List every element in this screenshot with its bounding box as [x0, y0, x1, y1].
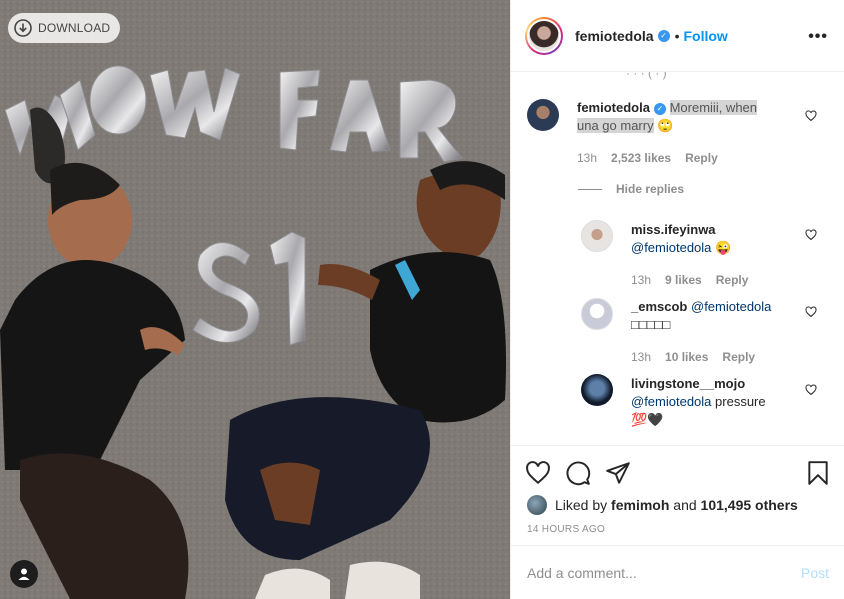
post-timestamp[interactable]: 14 HOURS AGO	[527, 524, 605, 535]
reply-body: _emscob @femiotedola □□□□□	[631, 298, 811, 334]
commenter-avatar[interactable]	[581, 220, 613, 252]
header-separator: •	[674, 27, 680, 44]
hide-replies-label: Hide replies	[616, 182, 685, 196]
reply-username[interactable]: livingstone__mojo	[631, 376, 745, 391]
liked-by-summary: Liked by femimoh and 101,495 others	[527, 495, 798, 515]
reply-meta: 13h 9 likes Reply	[631, 273, 748, 287]
like-comment-heart-icon[interactable]	[805, 110, 817, 122]
comment-input[interactable]: Add a comment...	[527, 565, 801, 581]
like-reply-heart-icon[interactable]	[805, 306, 817, 318]
more-options-icon[interactable]: •••	[808, 28, 828, 46]
comment-text-line2: una go marry	[577, 118, 654, 133]
liked-count-link[interactable]: 101,495 others	[701, 497, 798, 513]
post-header: femiotedola ✓ • Follow •••	[511, 0, 844, 72]
download-button[interactable]: DOWNLOAD	[8, 13, 121, 43]
comment-body: femiotedola ✓ Moremiii, when una go marry…	[577, 99, 797, 135]
reply-text-emoji: 💯🖤	[631, 412, 664, 427]
comment-bubble-icon[interactable]	[565, 460, 591, 486]
reply-mention[interactable]: @femiotedola	[631, 394, 711, 409]
reply-time[interactable]: 13h	[631, 273, 651, 287]
download-label: DOWNLOAD	[38, 21, 111, 35]
like-heart-icon[interactable]	[525, 460, 551, 486]
truncated-comment-text: · · · ( · )	[626, 72, 667, 80]
commenter-avatar[interactable]	[581, 374, 613, 406]
comments-list[interactable]: · · · ( · ) femiotedola ✓ Moremiii, when …	[511, 72, 844, 445]
like-reply-heart-icon[interactable]	[805, 229, 817, 241]
comment-likes[interactable]: 2,523 likes	[611, 151, 671, 165]
tagged-users-button[interactable]	[10, 560, 38, 588]
reply-time[interactable]: 13h	[631, 350, 651, 364]
reply-body: miss.ifeyinwa @femiotedola 😜	[631, 221, 811, 257]
reply-meta: 13h 10 likes Reply	[631, 350, 755, 364]
commenter-avatar[interactable]	[527, 99, 559, 131]
reply-reply-button[interactable]: Reply	[716, 273, 749, 287]
liked-by-avatar[interactable]	[527, 495, 547, 515]
verified-icon: ✓	[657, 29, 670, 42]
comment-reply-button[interactable]: Reply	[685, 151, 718, 165]
post-dialog: DOWNLOAD femiotedola ✓ • Follow ••• · · …	[0, 0, 844, 599]
download-icon	[14, 19, 32, 37]
post-photo[interactable]: DOWNLOAD	[0, 0, 510, 599]
reply-reply-button[interactable]: Reply	[722, 350, 755, 364]
photo-scene	[0, 0, 510, 599]
reply-likes[interactable]: 10 likes	[665, 350, 708, 364]
reply-text: □□□□□	[631, 317, 671, 332]
post-actions: Liked by femimoh and 101,495 others 14 H…	[511, 445, 844, 545]
post-comment-button[interactable]: Post	[801, 565, 829, 581]
hide-replies-dash	[578, 188, 602, 190]
comment-emoji: 🙄	[657, 118, 674, 133]
comment-username[interactable]: femiotedola	[577, 100, 650, 115]
author-avatar[interactable]	[525, 16, 563, 55]
reply-mention[interactable]: @femiotedola	[691, 299, 771, 314]
reply-likes[interactable]: 9 likes	[665, 273, 702, 287]
liked-user-link[interactable]: femimoh	[611, 497, 669, 513]
commenter-avatar[interactable]	[581, 298, 613, 330]
comment-meta: 13h 2,523 likes Reply	[577, 151, 718, 165]
reply-text: pressure	[715, 394, 766, 409]
author-username[interactable]: femiotedola	[575, 28, 654, 44]
comment-text-line1: Moremiii, when	[669, 100, 758, 115]
post-side-panel: femiotedola ✓ • Follow ••• · · · ( · ) f…	[510, 0, 844, 599]
follow-button[interactable]: Follow	[683, 28, 727, 44]
verified-icon: ✓	[653, 103, 666, 115]
comment-time[interactable]: 13h	[577, 151, 597, 165]
person-icon	[18, 568, 30, 580]
like-reply-heart-icon[interactable]	[805, 384, 817, 396]
reply-body: livingstone__mojo @femiotedola pressure …	[631, 375, 811, 429]
liked-and: and	[673, 497, 697, 513]
reply-username[interactable]: _emscob	[631, 299, 687, 314]
reply-username[interactable]: miss.ifeyinwa	[631, 222, 716, 237]
share-paper-plane-icon[interactable]	[605, 460, 631, 486]
hide-replies-button[interactable]: Hide replies	[578, 182, 684, 196]
save-bookmark-icon[interactable]	[805, 460, 831, 486]
comment-composer: Add a comment... Post	[511, 545, 844, 599]
reply-mention[interactable]: @femiotedola	[631, 240, 711, 255]
liked-prefix: Liked by	[555, 497, 608, 513]
reply-text: 😜	[715, 240, 732, 255]
